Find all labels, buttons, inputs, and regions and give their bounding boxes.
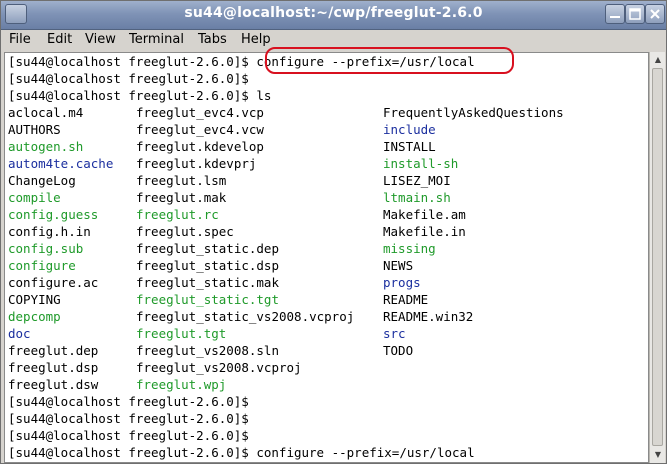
file-entry: INSTALL: [383, 139, 436, 154]
minimize-icon: [610, 16, 620, 18]
menu-help[interactable]: Help: [241, 32, 271, 47]
file-entry: freeglut.dsw: [8, 377, 99, 392]
file-entry: freeglut.spec: [136, 224, 234, 239]
file-entry: NEWS: [383, 258, 414, 273]
file-entry: config.guess: [8, 207, 99, 222]
file-entry: config.h.in: [8, 224, 91, 239]
file-entry: AUTHORS: [8, 122, 61, 137]
file-entry: COPYING: [8, 292, 61, 307]
file-entry: freeglut.dep: [8, 343, 99, 358]
file-entry: config.sub: [8, 241, 84, 256]
file-entry: freeglut_static.tgt: [136, 292, 279, 307]
command-highlight-circle: [265, 47, 514, 74]
file-entry: README: [383, 292, 429, 307]
close-icon: [650, 9, 660, 19]
file-entry: freeglut.dsp: [8, 360, 99, 375]
file-entry: freeglut_static.dep: [136, 241, 279, 256]
file-entry: ChangeLog: [8, 173, 76, 188]
file-entry: missing: [383, 241, 436, 256]
file-entry: freeglut_vs2008.sln: [136, 343, 279, 358]
close-button[interactable]: [645, 4, 665, 24]
file-entry: freeglut_vs2008.vcproj: [136, 360, 302, 375]
file-entry: Makefile.am: [383, 207, 466, 222]
file-entry: freeglut_static_vs2008.vcproj: [136, 309, 355, 324]
file-entry: freeglut.lsm: [136, 173, 227, 188]
maximize-button[interactable]: [625, 4, 645, 24]
prompt-text: [su44@localhost freeglut-2.6.0]$: [8, 411, 249, 426]
file-entry: freeglut.kdevelop: [136, 139, 264, 154]
menu-edit[interactable]: Edit: [47, 32, 72, 47]
scrollbar-thumb[interactable]: [652, 68, 663, 446]
file-entry: autogen.sh: [8, 139, 84, 154]
file-entry: compile: [8, 190, 61, 205]
file-entry: progs: [383, 275, 421, 290]
menu-view[interactable]: View: [85, 32, 116, 47]
prompt-text: [su44@localhost freeglut-2.6.0]$ configu…: [8, 445, 475, 460]
prompt-text: [su44@localhost freeglut-2.6.0]$: [8, 394, 249, 409]
file-entry: LISEZ_MOI: [383, 173, 451, 188]
file-entry: README.win32: [383, 309, 474, 324]
maximize-icon: [629, 8, 641, 20]
minimize-button[interactable]: [605, 4, 625, 24]
file-entry: freeglut.tgt: [136, 326, 227, 341]
file-entry: ltmain.sh: [383, 190, 451, 205]
file-entry: Makefile.in: [383, 224, 466, 239]
file-entry: freeglut_static.dsp: [136, 258, 279, 273]
file-entry: freeglut.wpj: [136, 377, 227, 392]
file-entry: doc: [8, 326, 31, 341]
file-entry: freeglut_static.mak: [136, 275, 279, 290]
vertical-scrollbar[interactable]: ▲ ▼: [649, 52, 665, 463]
menu-terminal[interactable]: Terminal: [129, 32, 184, 47]
file-entry: freeglut.kdevprj: [136, 156, 257, 171]
prompt-text: [su44@localhost freeglut-2.6.0]$: [8, 428, 249, 443]
file-entry: freeglut.mak: [136, 190, 227, 205]
file-entry: freeglut_evc4.vcw: [136, 122, 264, 137]
file-entry: freeglut_evc4.vcp: [136, 105, 264, 120]
file-entry: src: [383, 326, 406, 341]
file-entry: FrequentlyAskedQuestions: [383, 105, 564, 120]
window-title: su44@localhost:~/cwp/freeglut-2.6.0: [184, 5, 483, 21]
menu-file[interactable]: File: [9, 32, 31, 47]
scroll-down-arrow-icon[interactable]: ▼: [651, 448, 665, 462]
scroll-up-arrow-icon[interactable]: ▲: [651, 53, 665, 67]
file-entry: include: [383, 122, 436, 137]
file-entry: configure: [8, 258, 76, 273]
file-entry: aclocal.m4: [8, 105, 84, 120]
terminal-output[interactable]: [su44@localhost freeglut-2.6.0]$ configu…: [4, 52, 649, 463]
file-entry: autom4te.cache: [8, 156, 114, 171]
prompt-text: [su44@localhost freeglut-2.6.0]$: [8, 71, 249, 86]
file-entry: depcomp: [8, 309, 61, 324]
file-entry: TODO: [383, 343, 414, 358]
file-entry: freeglut.rc: [136, 207, 219, 222]
menu-tabs[interactable]: Tabs: [198, 32, 227, 47]
file-entry: install-sh: [383, 156, 459, 171]
file-entry: configure.ac: [8, 275, 99, 290]
terminal-window: su44@localhost:~/cwp/freeglut-2.6.0 File…: [0, 0, 667, 464]
title-bar[interactable]: su44@localhost:~/cwp/freeglut-2.6.0: [1, 1, 666, 30]
prompt-text: [su44@localhost freeglut-2.6.0]$ ls: [8, 88, 272, 103]
